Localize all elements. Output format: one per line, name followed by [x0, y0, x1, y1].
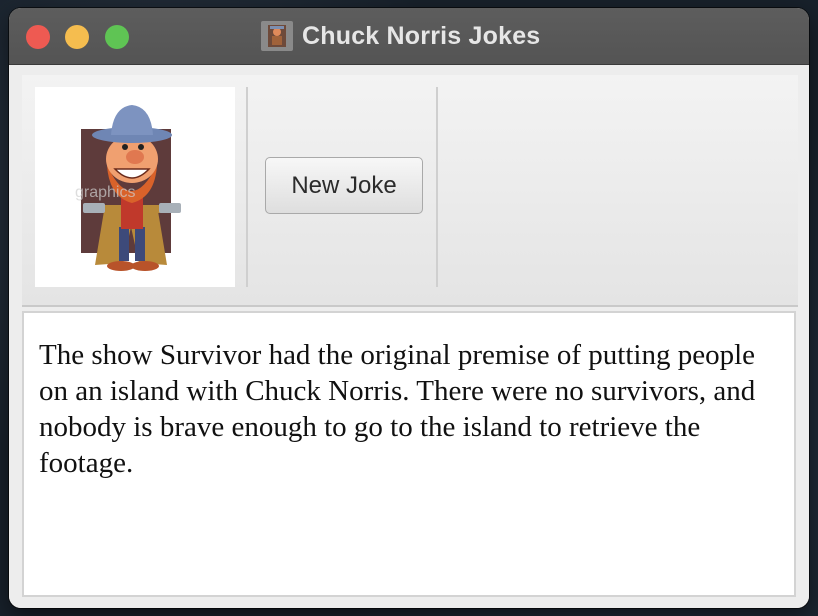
chuck-norris-cartoon-image: graphics [35, 87, 235, 287]
toolbar-divider [436, 87, 438, 287]
minimize-window-button[interactable] [65, 25, 89, 49]
new-joke-button[interactable]: New Joke [265, 157, 423, 214]
chuck-norris-app-icon [261, 21, 293, 51]
joke-text-area[interactable]: The show Survivor had the original premi… [22, 311, 796, 597]
joke-text: The show Survivor had the original premi… [39, 339, 756, 479]
app-window: Chuck Norris Jokes graphics New Joke The… [9, 8, 809, 608]
window-title: Chuck Norris Jokes [302, 21, 541, 50]
svg-text:graphics: graphics [75, 184, 135, 201]
title-bar[interactable]: Chuck Norris Jokes [9, 8, 809, 65]
window-content: graphics New Joke The show Survivor had … [9, 65, 809, 608]
toolbar-panel: graphics New Joke [22, 75, 798, 307]
maximize-window-button[interactable] [105, 25, 129, 49]
close-window-button[interactable] [26, 25, 50, 49]
window-title-group: Chuck Norris Jokes [261, 20, 540, 52]
toolbar-divider [246, 87, 248, 287]
